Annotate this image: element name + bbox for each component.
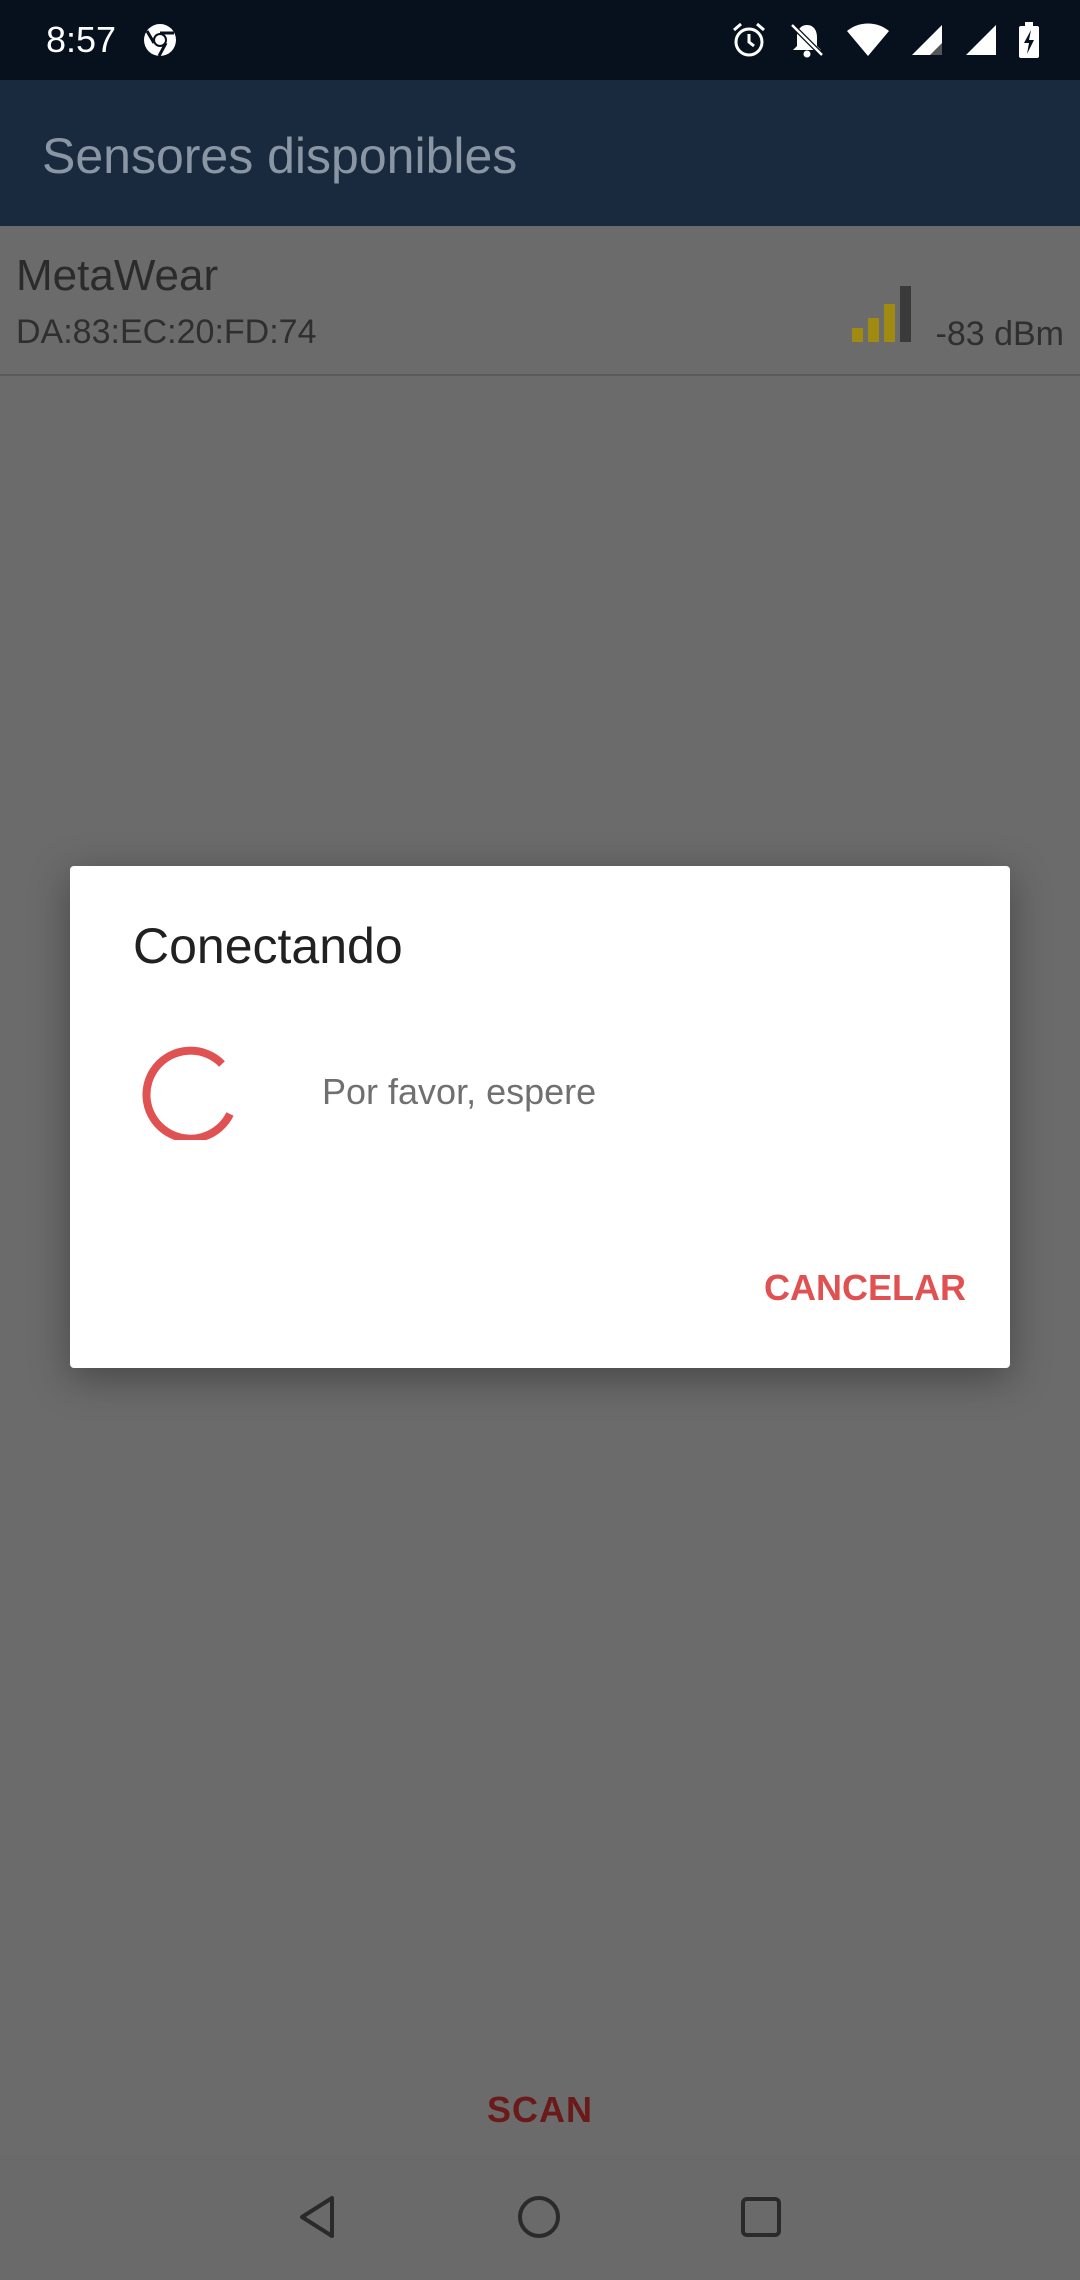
device-list-item[interactable]: MetaWear DA:83:EC:20:FD:74 -83 dBm — [0, 226, 1080, 376]
signal-strength-icon — [852, 286, 911, 342]
cell-signal-icon — [966, 25, 996, 55]
notifications-off-icon — [790, 23, 824, 58]
scan-button[interactable]: SCAN — [440, 2062, 640, 2158]
dialog-title: Conectando — [133, 918, 403, 974]
device-mac-address: DA:83:EC:20:FD:74 — [16, 313, 317, 351]
app-title: Sensores disponibles — [42, 128, 518, 184]
alarm-icon — [733, 22, 765, 57]
device-name: MetaWear — [16, 251, 219, 300]
chrome-icon — [144, 24, 176, 57]
cancel-button[interactable]: CANCELAR — [764, 1256, 966, 1320]
device-rssi: -83 dBm — [935, 315, 1065, 353]
wifi-icon — [847, 23, 889, 56]
connecting-dialog: Conectando Por favor, espere CANCELAR — [70, 866, 1010, 1368]
cell-signal-icon — [912, 25, 942, 55]
status-bar: 8:57 — [0, 0, 1080, 80]
app-bar: Sensores disponibles — [0, 80, 1080, 226]
recents-icon[interactable] — [736, 2192, 786, 2242]
battery-charging-icon — [1019, 22, 1039, 58]
loading-spinner-icon — [142, 1046, 234, 1140]
navigation-bar — [0, 2154, 1080, 2280]
dialog-message: Por favor, espere — [322, 1071, 597, 1112]
home-icon[interactable] — [514, 2192, 564, 2242]
back-icon[interactable] — [294, 2192, 344, 2242]
status-time: 8:57 — [46, 19, 117, 60]
